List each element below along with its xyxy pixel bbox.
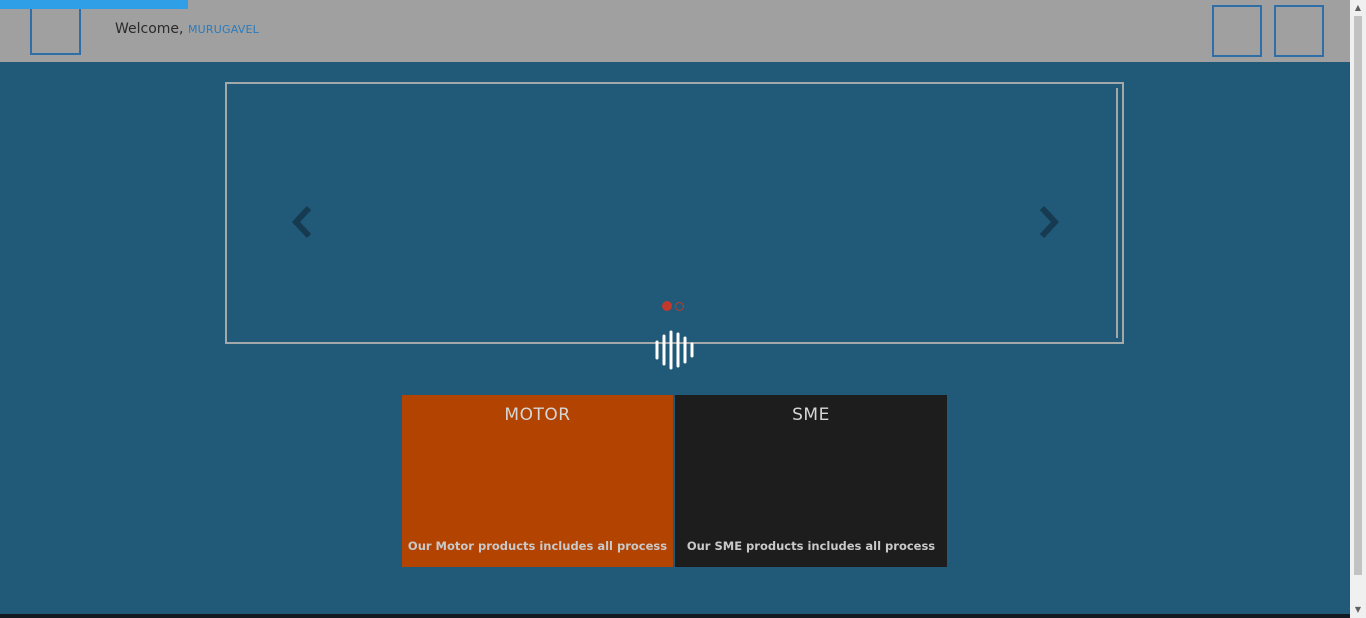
scroll-thumb[interactable] (1354, 16, 1362, 575)
tile-description: Our Motor products includes all process (407, 539, 668, 553)
indicator-dot-2[interactable] (675, 302, 684, 311)
sme-product-tile[interactable]: SME Our SME products includes all proces… (675, 395, 947, 567)
header-button-2[interactable] (1274, 5, 1324, 57)
username-link[interactable]: MURUGAVEL (188, 23, 259, 36)
loading-progress-bar (0, 0, 188, 9)
vertical-scrollbar[interactable]: ▲ ▼ (1350, 0, 1366, 618)
header-button-1[interactable] (1212, 5, 1262, 57)
tile-title: SME (792, 405, 830, 425)
carousel-indicators (662, 301, 684, 311)
carousel-divider (1116, 88, 1118, 338)
logo[interactable] (30, 7, 81, 55)
chevron-left-icon[interactable] (290, 204, 314, 240)
carousel (225, 82, 1124, 344)
footer-strip (0, 614, 1350, 618)
tile-title: MOTOR (504, 405, 571, 425)
tile-description: Our SME products includes all process (686, 539, 936, 553)
header-bar: Welcome, MURUGAVEL (0, 0, 1350, 62)
chevron-right-icon[interactable] (1037, 204, 1061, 240)
indicator-dot-1[interactable] (662, 301, 672, 311)
scroll-down-icon[interactable]: ▼ (1350, 602, 1366, 618)
welcome-prefix: Welcome, (115, 21, 184, 37)
scroll-up-icon[interactable]: ▲ (1350, 0, 1366, 16)
welcome-text: Welcome, MURUGAVEL (115, 21, 259, 37)
motor-product-tile[interactable]: MOTOR Our Motor products includes all pr… (402, 395, 673, 567)
sound-wave-icon (654, 330, 696, 370)
